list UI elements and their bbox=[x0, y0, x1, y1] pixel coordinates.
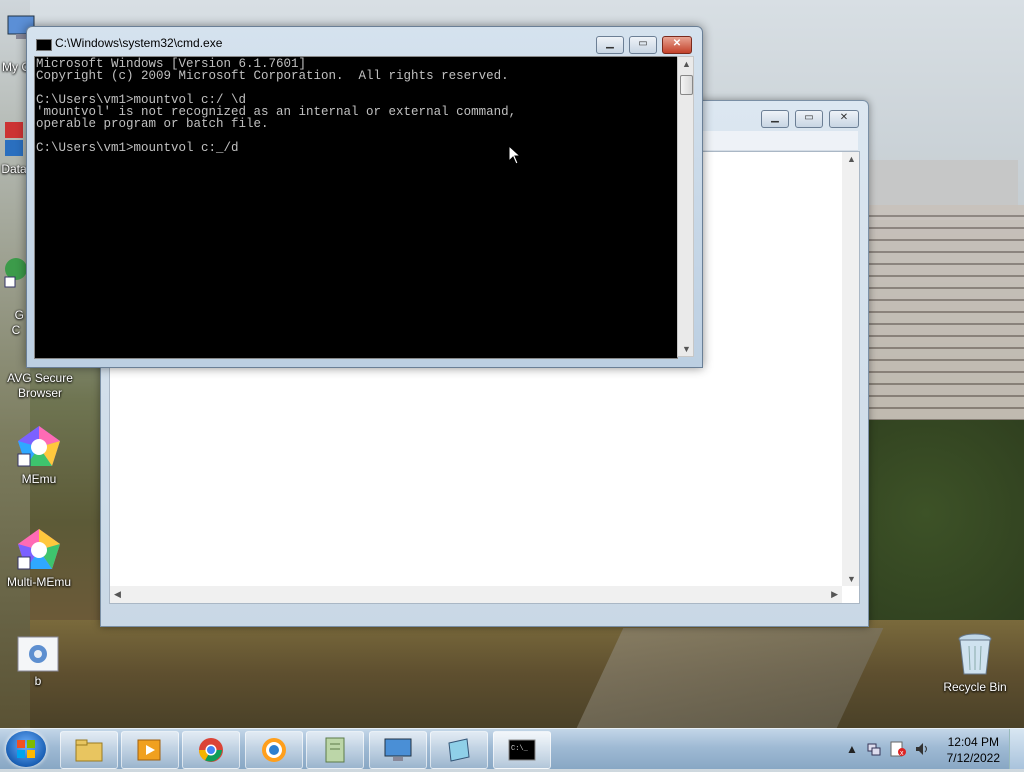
recycle-bin-icon bbox=[958, 633, 992, 675]
minimize-icon: ▁ bbox=[606, 38, 614, 49]
horizontal-scrollbar[interactable]: ◀ ▶ bbox=[110, 586, 842, 603]
show-desktop-button[interactable] bbox=[1009, 729, 1024, 769]
cmd-window[interactable]: C:\Windows\system32\cmd.exe ▁ ▭ ✕ Micros… bbox=[26, 26, 703, 368]
clock-time: 12:04 PM bbox=[947, 735, 999, 749]
close-icon: ✕ bbox=[672, 38, 682, 49]
cmd-close-button[interactable]: ✕ bbox=[662, 36, 692, 54]
action-center-icon[interactable]: x bbox=[890, 741, 906, 757]
background-window-minimize-button[interactable]: ▁ bbox=[761, 110, 789, 128]
scroll-down-icon[interactable]: ▼ bbox=[847, 574, 856, 584]
desktop-icon-label: Recycle Bin bbox=[943, 680, 1007, 694]
scroll-thumb[interactable] bbox=[680, 75, 693, 95]
taskbar-remote-desktop[interactable] bbox=[369, 731, 427, 769]
scroll-down-icon[interactable]: ▼ bbox=[682, 344, 691, 354]
show-hidden-icons[interactable]: ▲ bbox=[846, 742, 858, 756]
taskbar-avg-browser[interactable] bbox=[245, 731, 303, 769]
scroll-left-icon[interactable]: ◀ bbox=[114, 589, 121, 600]
desktop-icon-b[interactable]: b bbox=[0, 636, 78, 689]
cmd-minimize-button[interactable]: ▁ bbox=[596, 36, 624, 54]
cmd-window-title: C:\Windows\system32\cmd.exe bbox=[55, 36, 223, 50]
clock[interactable]: 12:04 PM 7/12/2022 bbox=[947, 734, 1000, 766]
maximize-icon: ▭ bbox=[804, 112, 814, 123]
cmd-icon bbox=[36, 39, 52, 51]
wallpaper-building bbox=[866, 205, 1024, 455]
command-prompt-icon: C:\_ bbox=[508, 739, 536, 761]
desktop-icon-recycle-bin[interactable]: Recycle Bin bbox=[935, 632, 1015, 695]
wallpaper-building-far bbox=[868, 160, 1018, 210]
background-window-close-button[interactable]: ✕ bbox=[829, 110, 859, 128]
svg-text:x: x bbox=[900, 750, 904, 757]
taskbar-command-prompt[interactable]: C:\_ bbox=[493, 731, 551, 769]
taskbar-document-viewer[interactable] bbox=[306, 731, 364, 769]
desktop-icon-label: MEmu bbox=[21, 472, 57, 486]
wallpaper-road bbox=[576, 628, 884, 728]
cmd-maximize-button[interactable]: ▭ bbox=[629, 36, 657, 54]
svg-text:C:\_: C:\_ bbox=[511, 745, 529, 753]
close-icon: ✕ bbox=[839, 112, 849, 123]
notepad-icon bbox=[448, 738, 470, 762]
maximize-icon: ▭ bbox=[638, 38, 648, 49]
volume-icon[interactable] bbox=[914, 741, 930, 757]
taskbar-file-explorer[interactable] bbox=[60, 731, 118, 769]
folder-icon bbox=[75, 739, 103, 762]
cmd-vertical-scrollbar[interactable]: ▲ ▼ bbox=[677, 56, 694, 357]
clock-date: 7/12/2022 bbox=[946, 751, 1000, 765]
desktop-icon-multi-memu[interactable]: Multi-MEmu bbox=[0, 527, 79, 590]
media-player-icon bbox=[137, 739, 161, 761]
minimize-icon: ▁ bbox=[771, 112, 779, 123]
console-output[interactable]: Microsoft Windows [Version 6.1.7601] Cop… bbox=[34, 56, 678, 359]
chrome-icon bbox=[199, 738, 223, 762]
mouse-cursor-icon bbox=[508, 145, 522, 165]
console-text: Microsoft Windows [Version 6.1.7601] Cop… bbox=[36, 57, 517, 155]
desktop-icon-label: b bbox=[34, 674, 42, 688]
windows-logo-icon bbox=[17, 740, 35, 758]
multi-memu-icon bbox=[17, 529, 60, 570]
taskbar: C:\_ ▲ x 12:04 PM 7/12/2022 bbox=[0, 728, 1024, 769]
desktop-icon-label: AVG Secure Browser bbox=[7, 371, 73, 400]
scroll-up-icon[interactable]: ▲ bbox=[682, 59, 691, 69]
network-icon[interactable] bbox=[866, 741, 882, 757]
memu-icon bbox=[17, 426, 60, 467]
taskbar-chrome[interactable] bbox=[182, 731, 240, 769]
taskbar-notepad[interactable] bbox=[430, 731, 488, 769]
remote-desktop-icon bbox=[384, 738, 412, 761]
scroll-right-icon[interactable]: ▶ bbox=[831, 589, 838, 600]
settings-file-icon bbox=[17, 636, 59, 672]
start-button[interactable] bbox=[6, 731, 46, 767]
desktop-icon-memu[interactable]: MEmu bbox=[0, 424, 79, 487]
background-window-maximize-button[interactable]: ▭ bbox=[795, 110, 823, 128]
taskbar-media-player[interactable] bbox=[121, 731, 179, 769]
document-icon bbox=[325, 737, 345, 763]
scroll-up-icon[interactable]: ▲ bbox=[847, 154, 856, 164]
desktop-icon-label: Data bbox=[1, 162, 27, 176]
avg-browser-icon bbox=[262, 738, 286, 762]
vertical-scrollbar[interactable]: ▲ ▼ bbox=[842, 152, 859, 586]
database-icon bbox=[5, 122, 23, 156]
desktop-icon-label: Multi-MEmu bbox=[6, 575, 71, 589]
system-tray: ▲ x 12:04 PM 7/12/2022 bbox=[842, 729, 1024, 769]
